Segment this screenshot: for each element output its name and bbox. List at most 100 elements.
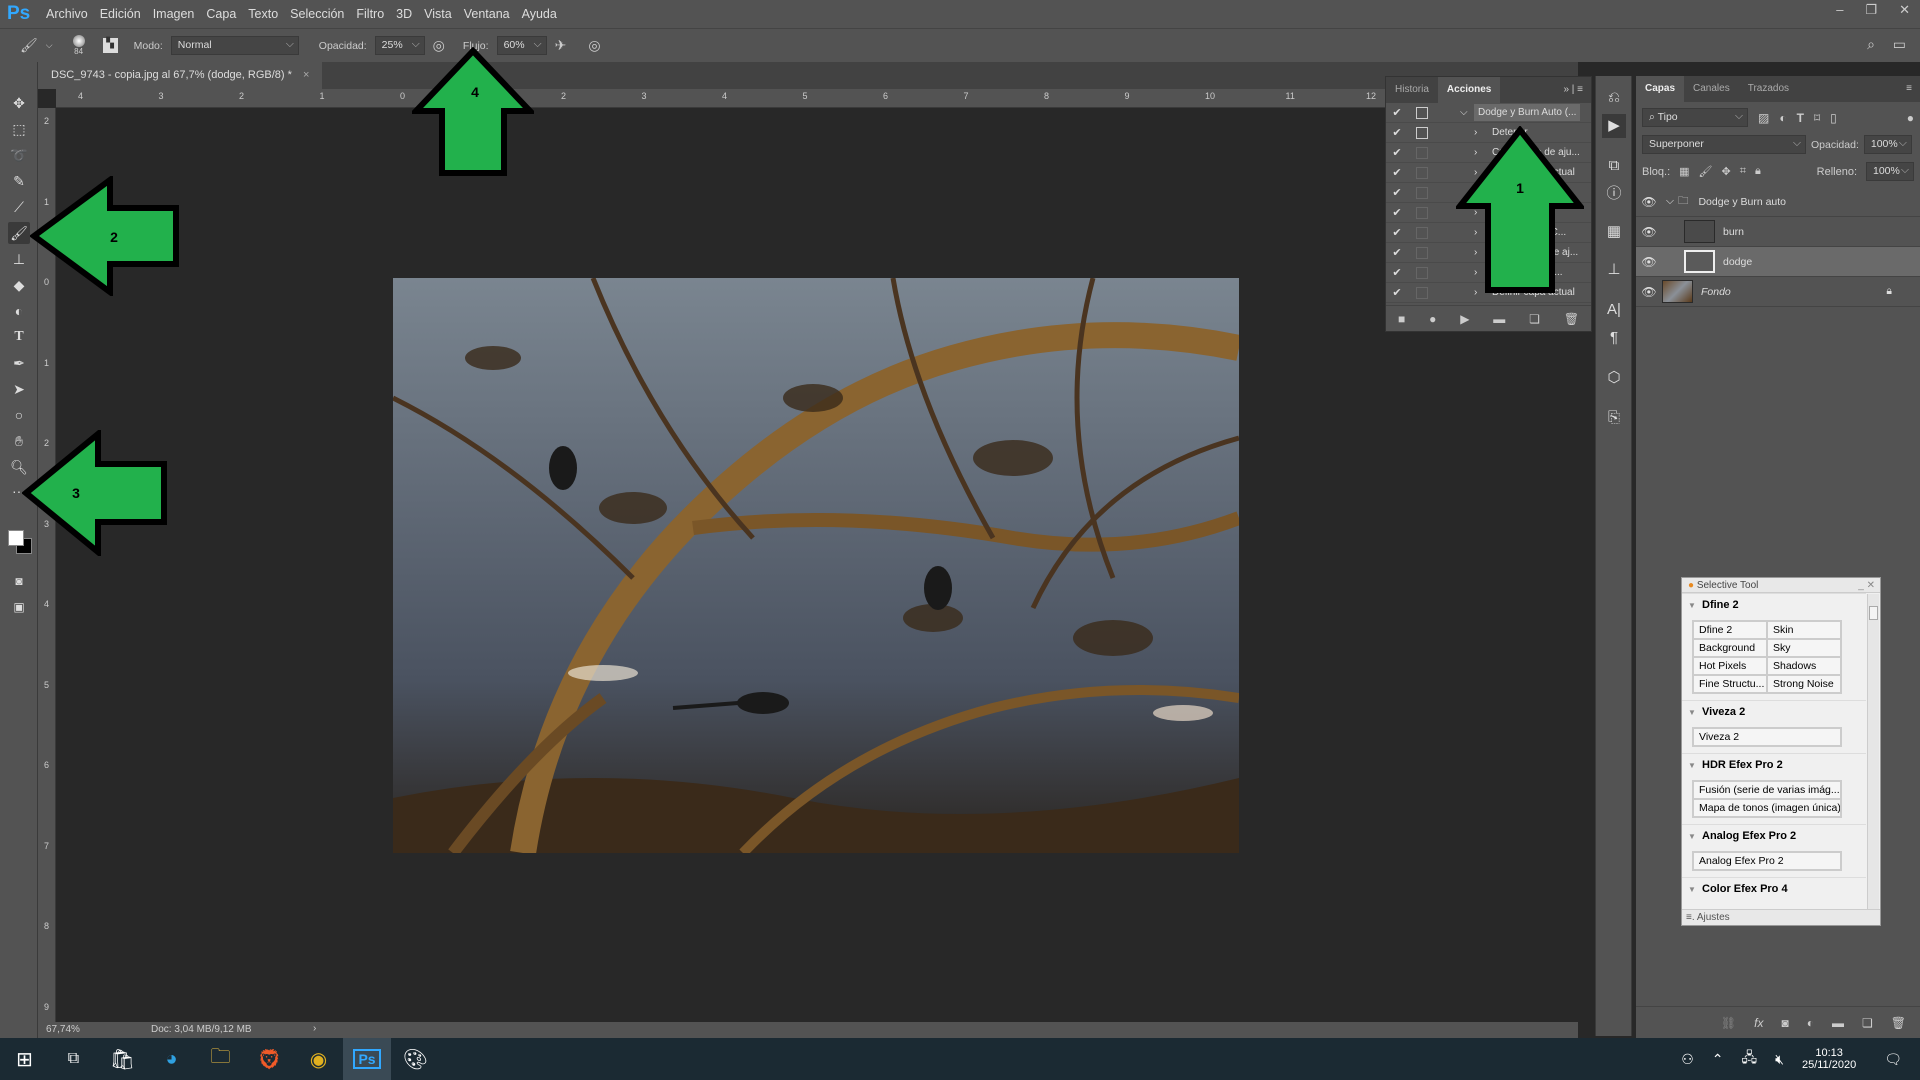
section-header[interactable]: Analog Efex Pro 2 (1682, 824, 1866, 847)
layer-filter-select[interactable]: ⌕ Tipo (1642, 108, 1748, 127)
tab-capas[interactable]: Capas (1636, 76, 1685, 102)
paragraph-icon[interactable]: ¶ (1602, 326, 1626, 350)
panel-menu-icon[interactable]: ≡ (1898, 76, 1920, 102)
airbrush-icon[interactable]: ✈︎ (555, 37, 567, 54)
brush-preset-picker[interactable]: 84 (72, 35, 85, 56)
filter-toggle[interactable]: ● (1907, 111, 1914, 125)
menu-texto[interactable]: Texto (248, 7, 278, 21)
check-icon[interactable]: ✔ (1386, 206, 1408, 219)
quick-select-tool-icon[interactable]: ✎ (8, 170, 30, 192)
tab-trazados[interactable]: Trazados (1739, 76, 1798, 102)
section-header[interactable]: Color Efex Pro 4 (1682, 877, 1866, 900)
restore-icon[interactable]: ❐ (1865, 2, 1877, 18)
fx-icon[interactable]: fx (1754, 1016, 1763, 1030)
link-layers-icon[interactable]: ⛓︎ (1721, 1016, 1736, 1030)
menu-vista[interactable]: Vista (424, 7, 452, 21)
menu-edicion[interactable]: Edición (100, 7, 141, 21)
filter-button[interactable]: Fusión (serie de varias imág... (1693, 781, 1841, 799)
filter-button[interactable]: Analog Efex Pro 2 (1693, 852, 1841, 870)
people-icon[interactable]: ⚇ (1681, 1051, 1694, 1068)
brush-tool-icon[interactable]: 🖌︎ (20, 37, 38, 54)
filter-image-icon[interactable]: ▨ (1758, 111, 1769, 125)
notifications-icon[interactable]: 🗨︎ (1884, 1051, 1902, 1068)
layer-row-selected[interactable]: 👁︎ dodge (1636, 247, 1920, 277)
menu-archivo[interactable]: Archivo (46, 7, 88, 21)
filter-shape-icon[interactable]: ⌑ (1814, 111, 1820, 125)
layer-row[interactable]: 👁︎ Fondo 🔒︎ (1636, 277, 1920, 307)
chevron-down-icon[interactable]: ⌵ (46, 40, 53, 51)
photoshop-taskbar-icon[interactable]: Ps (343, 1038, 391, 1080)
filter-adjustment-icon[interactable]: ◐ (1779, 111, 1786, 125)
dialog-toggle[interactable] (1416, 226, 1428, 239)
swatches-grid-icon[interactable]: ▦ (1602, 220, 1626, 244)
volume-muted-icon[interactable]: 🔇︎ (1775, 1051, 1784, 1068)
move-tool-icon[interactable]: ✥ (8, 92, 30, 114)
menu-3d[interactable]: 3D (396, 7, 412, 21)
section-header[interactable]: Dfine 2 (1682, 593, 1866, 616)
brave-icon[interactable]: 🦁︎ (245, 1038, 294, 1080)
chrome-icon[interactable]: ◉ (294, 1038, 343, 1080)
menu-ventana[interactable]: Ventana (464, 7, 510, 21)
filter-button[interactable]: Hot Pixels (1693, 657, 1767, 675)
check-icon[interactable]: ✔ (1386, 146, 1408, 159)
dialog-toggle[interactable] (1416, 146, 1428, 159)
filter-button[interactable]: Background (1693, 639, 1767, 657)
dialog-toggle[interactable] (1416, 166, 1428, 179)
filter-button[interactable]: Dfine 2 (1693, 621, 1767, 639)
layer-opacity-input[interactable]: 100% (1863, 135, 1912, 154)
chevron-down-icon[interactable]: ⌵ (1460, 107, 1474, 118)
filter-button[interactable]: Strong Noise (1767, 675, 1841, 693)
screen-mode-icon[interactable]: ▣ (8, 596, 30, 618)
zoom-level[interactable]: 67,74% (46, 1024, 80, 1035)
minimize-icon[interactable]: – (1836, 2, 1843, 18)
fill-input[interactable]: 100% (1866, 162, 1914, 181)
character-icon[interactable]: A| (1602, 298, 1626, 322)
filter-button[interactable]: Shadows (1767, 657, 1841, 675)
lock-transparency-icon[interactable]: ▦ (1679, 165, 1689, 178)
lock-position-icon[interactable]: ✥ (1722, 165, 1731, 178)
dialog-toggle[interactable] (1416, 286, 1428, 299)
stop-icon[interactable]: ■ (1398, 312, 1405, 326)
microsoft-store-icon[interactable]: 🛍︎ (98, 1038, 147, 1080)
type-tool-icon[interactable]: T (8, 326, 30, 348)
task-view-icon[interactable]: ⧉ (49, 1038, 98, 1080)
filter-button[interactable]: Sky (1767, 639, 1841, 657)
panel-menu-icon[interactable]: » | ≡ (1555, 77, 1591, 103)
blend-mode-select[interactable]: Superponer (1642, 135, 1806, 154)
check-icon[interactable]: ✔ (1386, 286, 1408, 299)
pressure-size-icon[interactable]: ◎ (588, 37, 600, 54)
actions-panel-icon[interactable]: ▶ (1602, 114, 1626, 138)
visibility-eye-icon[interactable]: 👁︎ (1636, 225, 1662, 239)
dialog-toggle[interactable] (1416, 266, 1428, 279)
check-icon[interactable]: ✔ (1386, 126, 1408, 139)
tray-chevron-icon[interactable]: ⌃ (1712, 1051, 1724, 1068)
new-group-icon[interactable]: ▬ (1832, 1016, 1844, 1030)
layer-group-row[interactable]: 👁︎ ⌵ 🗀 Dodge y Burn auto (1636, 187, 1920, 217)
3d-cube-icon[interactable]: ⬡ (1602, 366, 1626, 390)
workspace-icon[interactable]: ▭ (1893, 36, 1906, 53)
selective-tool-titlebar[interactable]: ● Selective Tool _ ✕ (1682, 578, 1880, 593)
layer-row[interactable]: 👁︎ burn (1636, 217, 1920, 247)
check-icon[interactable]: ✔ (1386, 226, 1408, 239)
add-mask-icon[interactable]: ◙ (1782, 1016, 1789, 1030)
file-explorer-icon[interactable]: 🗀 (196, 1038, 245, 1080)
check-icon[interactable]: ✔ (1386, 266, 1408, 279)
section-header[interactable]: Viveza 2 (1682, 700, 1866, 723)
clock[interactable]: 10:13 25/11/2020 (1802, 1047, 1856, 1071)
3d-panel-icon[interactable]: ⧉ (1602, 154, 1626, 178)
tab-canales[interactable]: Canales (1684, 76, 1739, 102)
marquee-tool-icon[interactable]: ⬚ (8, 118, 30, 140)
dialog-toggle[interactable] (1416, 106, 1428, 119)
lock-all-icon[interactable]: 🔒︎ (1755, 165, 1761, 178)
new-action-icon[interactable]: ❏ (1529, 312, 1540, 326)
stamp-tool-icon[interactable]: ⊥ (8, 248, 30, 270)
path-icon[interactable]: ⎘ (1602, 406, 1626, 430)
history-panel-icon[interactable]: ⎌ (1602, 86, 1626, 110)
trash-icon[interactable]: 🗑︎ (1891, 1016, 1906, 1030)
filter-smart-object-icon[interactable]: ▯ (1830, 111, 1837, 125)
new-set-icon[interactable]: ▬ (1493, 312, 1505, 326)
quick-mask-icon[interactable]: ◙ (8, 570, 30, 592)
scrollbar[interactable] (1867, 594, 1879, 910)
menu-ayuda[interactable]: Ayuda (522, 7, 557, 21)
windows-start-icon[interactable]: ⊞ (0, 1038, 49, 1080)
